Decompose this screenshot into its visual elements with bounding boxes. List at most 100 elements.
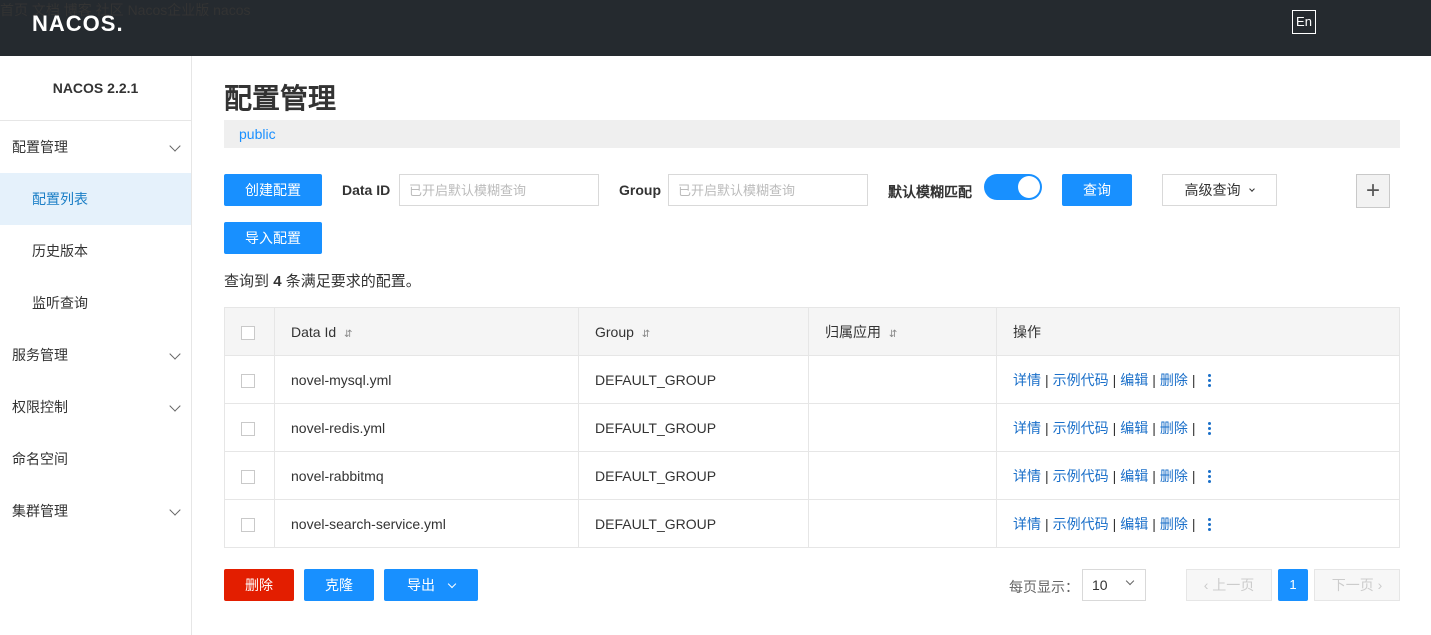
separator: | — [1191, 419, 1196, 436]
version-label: NACOS 2.2.1 — [0, 56, 191, 121]
sidebar-item-service-management[interactable]: 服务管理 — [0, 329, 191, 381]
page-size-select[interactable]: 10 — [1082, 569, 1146, 601]
batch-delete-button[interactable]: 删除 — [224, 569, 294, 601]
prev-page-button[interactable]: ‹ 上一页 — [1186, 569, 1272, 601]
dataid-label: Data ID — [342, 182, 391, 198]
result-summary: 查询到 4 条满足要求的配置。 — [224, 270, 421, 291]
page-size-label: 每页显示： — [1009, 579, 1079, 595]
next-page-button[interactable]: 下一页 › — [1314, 569, 1400, 601]
sidebar-item-history[interactable]: 历史版本 — [0, 225, 191, 277]
sidebar-item-namespace[interactable]: 命名空间 — [0, 433, 191, 485]
nav-home[interactable]: 首页 — [0, 2, 28, 18]
toggle-knob — [1018, 176, 1040, 198]
cell-group: DEFAULT_GROUP — [578, 403, 809, 452]
sidebar-item-cluster-management[interactable]: 集群管理 — [0, 485, 191, 537]
chevron-down-icon — [447, 580, 457, 589]
sidebar-item-config-management[interactable]: 配置管理 — [0, 121, 191, 173]
column-label: Data Id — [291, 323, 337, 340]
separator: | — [1045, 515, 1049, 532]
row-checkbox[interactable] — [241, 517, 255, 532]
sidebar-item-config-list[interactable]: 配置列表 — [0, 173, 191, 225]
cell-dataid: novel-rabbitmq — [274, 451, 579, 500]
sample-code-link[interactable]: 示例代码 — [1053, 516, 1109, 532]
separator: | — [1152, 515, 1156, 532]
separator: | — [1112, 371, 1117, 388]
user-menu[interactable]: nacos — [213, 2, 250, 18]
select-all-checkbox[interactable] — [241, 325, 255, 340]
detail-link[interactable]: 详情 — [1013, 468, 1041, 484]
edit-link[interactable]: 编辑 — [1120, 420, 1148, 436]
delete-link[interactable]: 删除 — [1160, 420, 1188, 436]
plus-icon[interactable]: + — [1356, 174, 1390, 208]
chevron-down-icon — [1249, 186, 1256, 193]
edit-link[interactable]: 编辑 — [1120, 516, 1148, 532]
chevron-left-icon: ‹ — [1203, 577, 1209, 593]
next-page-label: 下一页 — [1331, 577, 1374, 593]
result-suffix: 条满足要求的配置。 — [285, 273, 421, 290]
delete-link[interactable]: 删除 — [1160, 468, 1188, 484]
detail-link[interactable]: 详情 — [1013, 420, 1041, 436]
chevron-down-icon — [1125, 576, 1135, 586]
more-vertical-icon[interactable] — [1207, 420, 1211, 437]
column-label: 归属应用 — [825, 323, 881, 340]
select-all-cell — [224, 307, 275, 356]
sidebar-item-label: 权限控制 — [12, 399, 68, 415]
more-vertical-icon[interactable] — [1207, 516, 1211, 533]
column-header-group[interactable]: Group ⇵ — [578, 307, 809, 356]
row-checkbox[interactable] — [241, 469, 255, 484]
import-config-button[interactable]: 导入配置 — [224, 222, 322, 254]
sidebar-item-listener-query[interactable]: 监听查询 — [0, 277, 191, 329]
separator: | — [1152, 419, 1156, 436]
clone-button[interactable]: 克隆 — [304, 569, 374, 601]
export-button[interactable]: 导出 — [384, 569, 478, 601]
namespace-link-public[interactable]: public — [239, 126, 276, 142]
sample-code-link[interactable]: 示例代码 — [1053, 468, 1109, 484]
nacos-logo[interactable]: NACOS. — [32, 11, 124, 37]
delete-link[interactable]: 删除 — [1160, 372, 1188, 388]
row-checkbox[interactable] — [241, 421, 255, 436]
page-size-value: 10 — [1092, 577, 1108, 593]
edit-link[interactable]: 编辑 — [1120, 372, 1148, 388]
group-label: Group — [619, 182, 661, 198]
result-count: 4 — [273, 273, 282, 290]
page-1-button[interactable]: 1 — [1278, 569, 1308, 601]
detail-link[interactable]: 详情 — [1013, 516, 1041, 532]
sidebar-item-label: 集群管理 — [12, 503, 68, 519]
query-button[interactable]: 查询 — [1062, 174, 1132, 206]
column-header-dataid[interactable]: Data Id ⇵ — [274, 307, 579, 356]
separator: | — [1191, 371, 1196, 388]
advanced-query-button[interactable]: 高级查询 — [1162, 174, 1277, 206]
language-toggle-button[interactable]: En — [1292, 10, 1316, 34]
delete-link[interactable]: 删除 — [1160, 516, 1188, 532]
create-config-button[interactable]: 创建配置 — [224, 174, 322, 206]
sidebar-item-label: 监听查询 — [32, 295, 88, 311]
cell-actions: 详情 | 示例代码 | 编辑 | 删除 | — [996, 355, 1400, 404]
column-label: Group — [595, 323, 634, 340]
edit-link[interactable]: 编辑 — [1120, 468, 1148, 484]
more-vertical-icon[interactable] — [1207, 372, 1211, 389]
detail-link[interactable]: 详情 — [1013, 372, 1041, 388]
chevron-down-icon — [169, 348, 181, 360]
sort-icon[interactable]: ⇵ — [344, 329, 352, 340]
row-select-cell — [224, 451, 275, 500]
sample-code-link[interactable]: 示例代码 — [1053, 372, 1109, 388]
table-row: novel-mysql.yml DEFAULT_GROUP 详情 | 示例代码 | 编辑… — [224, 355, 1400, 404]
dataid-input[interactable] — [399, 174, 599, 206]
more-vertical-icon[interactable] — [1207, 468, 1211, 485]
column-header-app[interactable]: 归属应用 ⇵ — [808, 307, 997, 356]
nav-enterprise[interactable]: Nacos企业版 — [128, 2, 210, 18]
cell-actions: 详情 | 示例代码 | 编辑 | 删除 | — [996, 499, 1400, 548]
table-row: novel-redis.yml DEFAULT_GROUP 详情 | 示例代码 | 编辑… — [224, 403, 1400, 452]
prev-page-label: 上一页 — [1212, 577, 1255, 593]
chevron-down-icon — [169, 504, 181, 516]
cell-app — [808, 403, 997, 452]
group-input[interactable] — [668, 174, 868, 206]
sidebar-item-label: 服务管理 — [12, 347, 68, 363]
fuzzy-match-toggle[interactable] — [984, 174, 1042, 200]
row-checkbox[interactable] — [241, 373, 255, 388]
sort-icon[interactable]: ⇵ — [889, 329, 897, 340]
sample-code-link[interactable]: 示例代码 — [1053, 420, 1109, 436]
page-title: 配置管理 — [224, 83, 337, 114]
sort-icon[interactable]: ⇵ — [642, 329, 650, 340]
sidebar-item-access-control[interactable]: 权限控制 — [0, 381, 191, 433]
